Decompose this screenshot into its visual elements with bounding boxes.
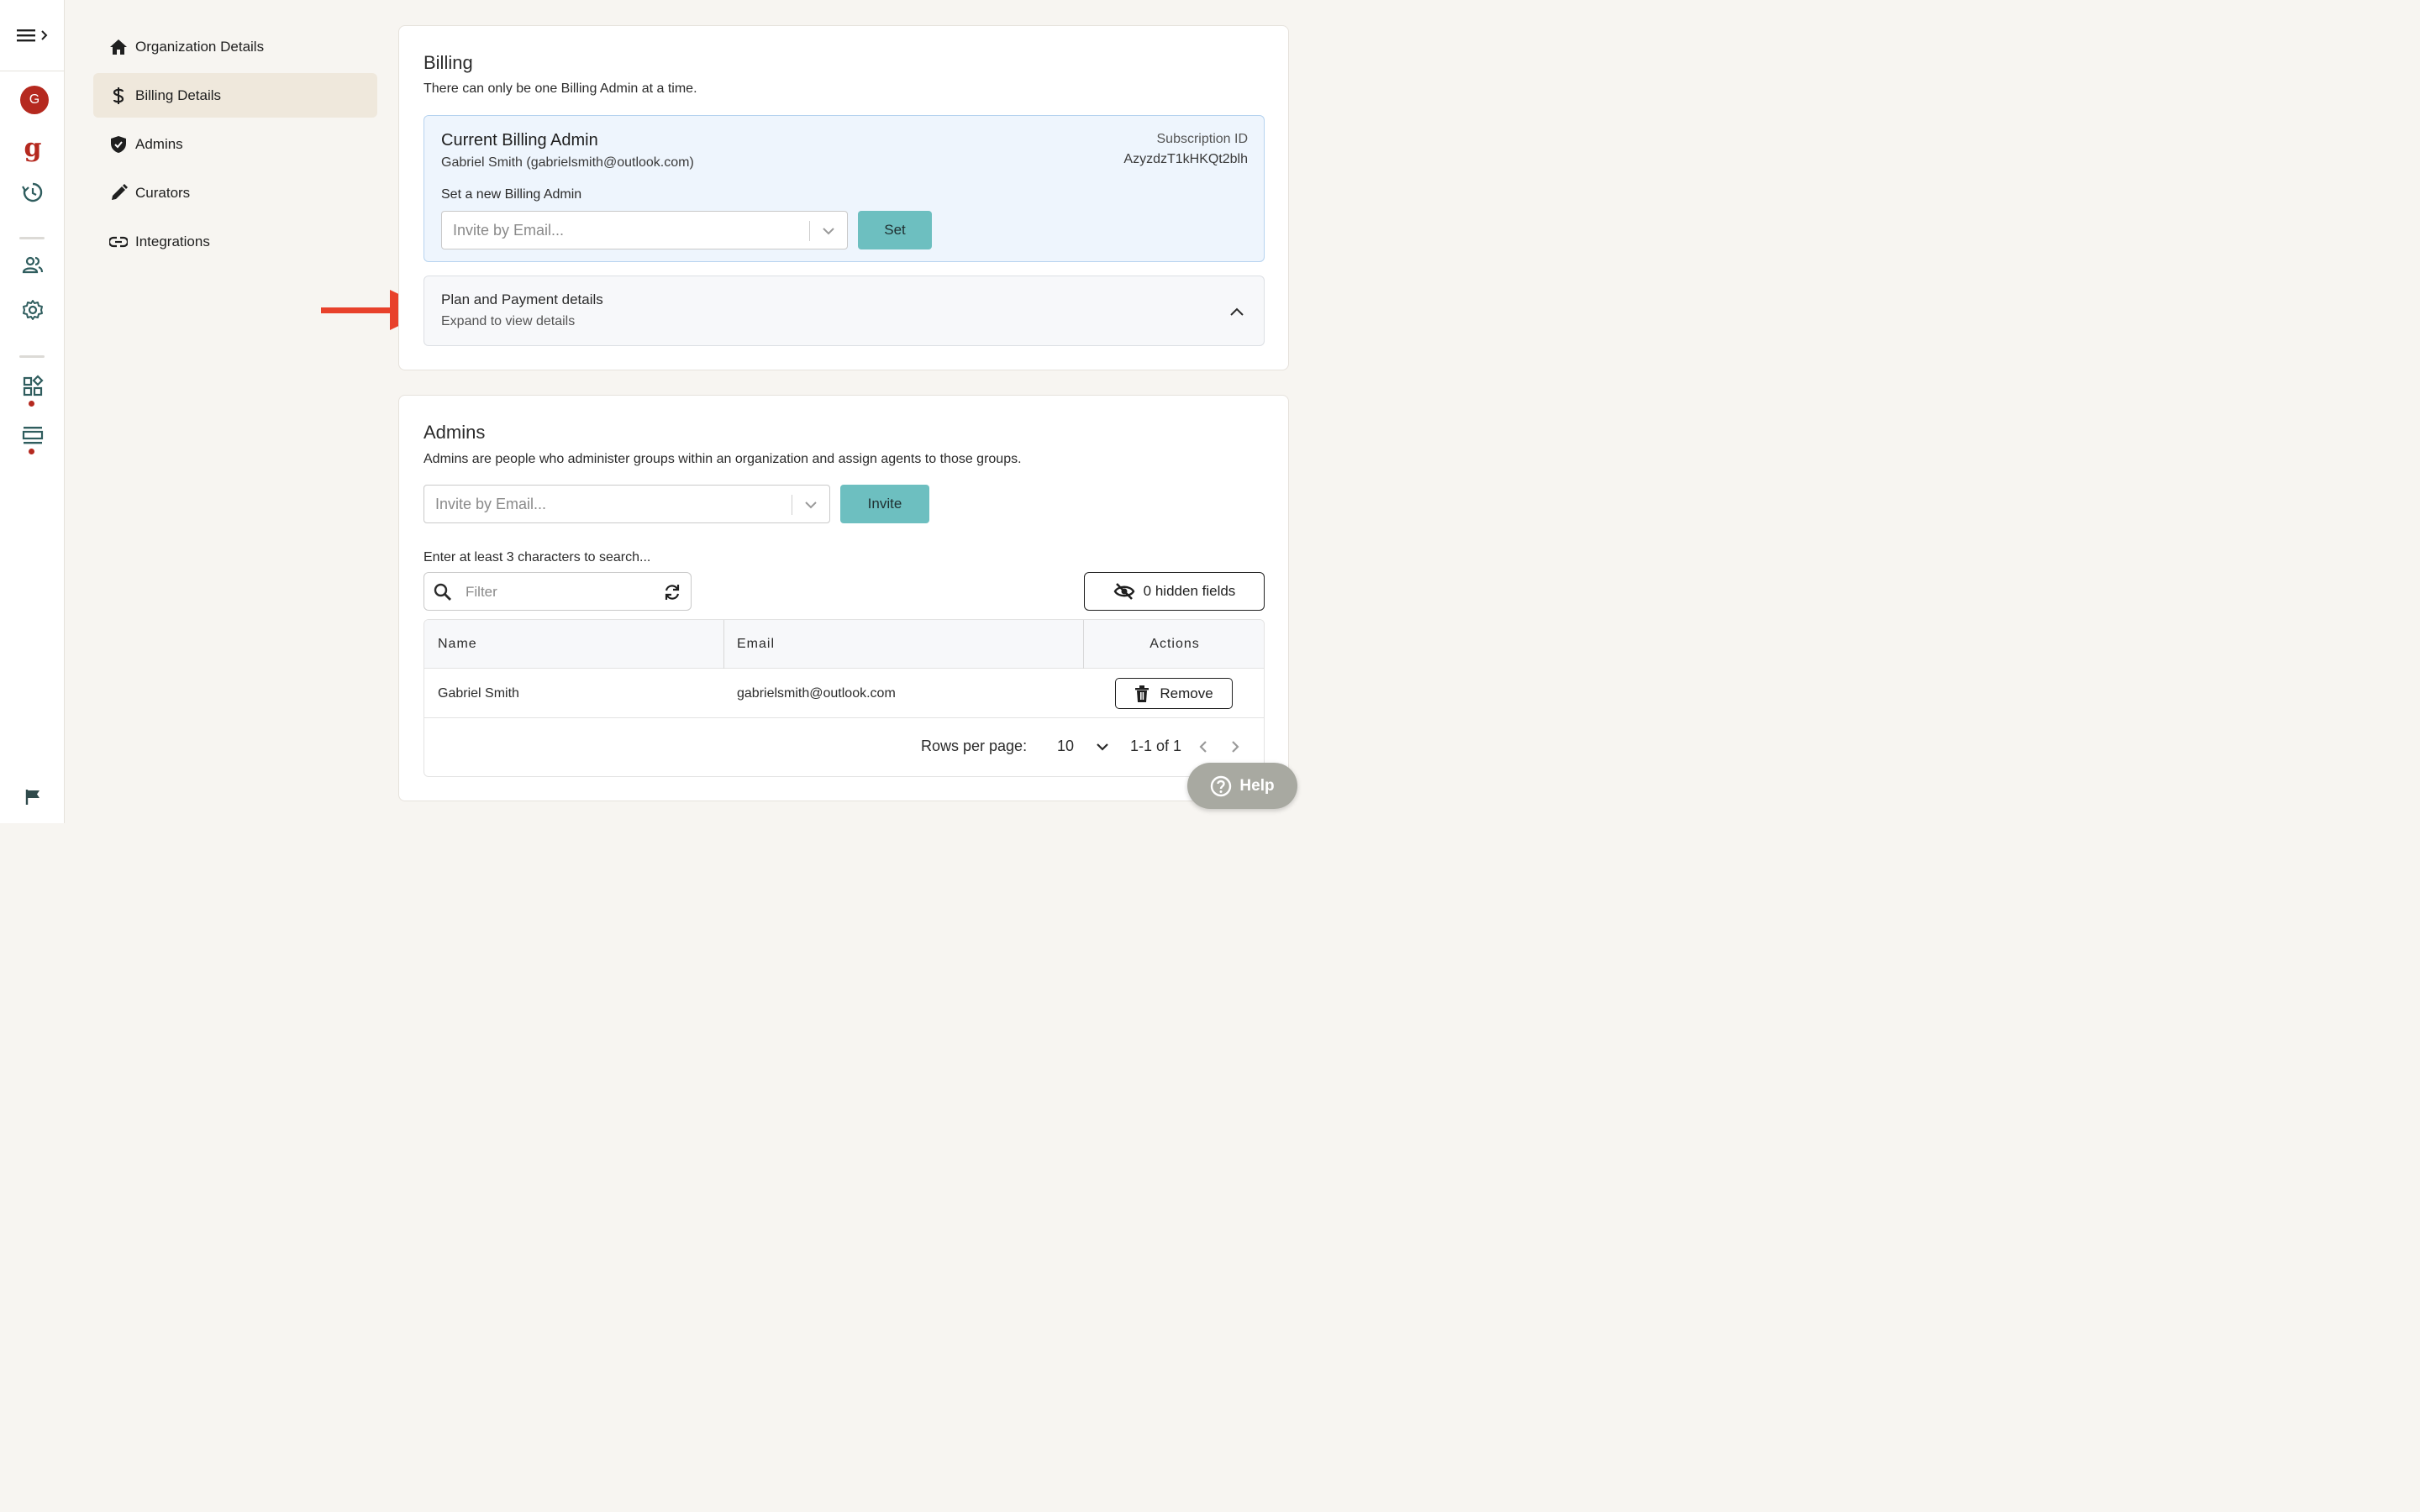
nav-item-integrations[interactable]: Integrations	[93, 219, 377, 264]
admins-subtitle: Admins are people who administer groups …	[424, 452, 1022, 466]
rail-divider	[19, 355, 45, 358]
chevron-down-icon[interactable]	[1093, 738, 1112, 756]
billing-subtitle: There can only be one Billing Admin at a…	[424, 81, 697, 96]
help-circle-icon	[1211, 775, 1232, 796]
nav-item-organization-details[interactable]: Organization Details	[93, 24, 377, 69]
rail-widgets-button[interactable]	[20, 374, 45, 399]
hidden-fields-button[interactable]: 0 hidden fields	[1084, 572, 1265, 611]
nav-item-label: Curators	[135, 184, 191, 201]
billing-title: Billing	[424, 52, 473, 73]
flag-icon	[25, 790, 39, 805]
plan-payment-title: Plan and Payment details	[441, 291, 603, 307]
cell-email: gabrielsmith@outlook.com	[737, 685, 896, 701]
gear-icon	[23, 300, 43, 320]
rail-list-button[interactable]	[20, 423, 45, 448]
current-billing-admin-title: Current Billing Admin	[441, 131, 598, 150]
people-icon	[22, 256, 44, 274]
refresh-icon[interactable]	[662, 582, 682, 602]
pencil-icon	[108, 183, 129, 202]
billing-card: Billing There can only be one Billing Ad…	[398, 25, 1289, 370]
filter-placeholder: Filter	[466, 584, 497, 600]
g-logo-icon: g	[24, 134, 42, 163]
nav-item-label: Integrations	[135, 233, 210, 249]
nav-item-admins[interactable]: Admins	[93, 122, 377, 166]
rail-divider	[19, 237, 45, 239]
cell-name: Gabriel Smith	[438, 685, 519, 701]
invite-admin-button[interactable]: Invite	[840, 485, 929, 523]
history-icon	[22, 182, 43, 202]
table-header: Name Email Actions	[424, 620, 1264, 669]
help-label: Help	[1239, 776, 1275, 795]
menu-icon	[17, 29, 48, 42]
set-billing-admin-button[interactable]: Set	[858, 211, 932, 249]
table-row: Gabriel Smith gabrielsmith@outlook.com R…	[424, 669, 1264, 718]
column-divider[interactable]	[723, 620, 724, 669]
menu-toggle-button[interactable]	[17, 25, 50, 45]
rail-header	[0, 0, 65, 71]
admins-card: Admins Admins are people who administer …	[398, 395, 1289, 801]
chevron-up-icon[interactable]	[1227, 302, 1247, 322]
nav-item-label: Admins	[135, 135, 183, 152]
notification-dot	[29, 449, 34, 454]
search-hint: Enter at least 3 characters to search...	[424, 550, 651, 564]
select-divider	[809, 221, 810, 241]
avatar-initial: G	[29, 92, 40, 107]
chevron-down-icon[interactable]	[820, 223, 837, 239]
link-icon	[108, 233, 129, 251]
nav-item-curators[interactable]: Curators	[93, 171, 377, 215]
plan-payment-subtitle: Expand to view details	[441, 314, 576, 328]
rows-per-page-label: Rows per page:	[921, 738, 1028, 754]
admins-table: Name Email Actions Gabriel Smith gabriel…	[424, 619, 1265, 777]
page: G g Organization Details Billing Details…	[0, 0, 1318, 823]
hidden-fields-label: 0 hidden fields	[1143, 583, 1236, 599]
current-billing-admin-user: Gabriel Smith (gabrielsmith@outlook.com)	[441, 155, 694, 170]
nav-item-label: Billing Details	[135, 87, 222, 103]
chevron-right-icon[interactable]	[1226, 738, 1244, 756]
chevron-left-icon[interactable]	[1194, 738, 1213, 756]
shield-check-icon	[108, 135, 129, 154]
filter-input[interactable]: Filter	[424, 572, 692, 611]
help-button[interactable]: Help	[1187, 763, 1297, 809]
subscription-id-label: Subscription ID	[1156, 132, 1249, 146]
admin-invite-email-select[interactable]: Invite by Email...	[424, 485, 830, 523]
list-view-icon	[22, 427, 44, 444]
home-icon	[108, 38, 129, 56]
table-pagination: Rows per page: 10 1-1 of 1	[424, 719, 1264, 776]
rail-history-button[interactable]	[20, 180, 45, 205]
rows-per-page-select[interactable]: 10	[1057, 738, 1074, 755]
current-billing-admin-panel: Current Billing Admin Gabriel Smith (gab…	[424, 115, 1265, 262]
subscription-id-value: AzyzdzT1kHKQt2blh	[1123, 152, 1248, 166]
nav-item-billing-details[interactable]: Billing Details	[93, 73, 377, 118]
rail-people-button[interactable]	[20, 253, 45, 278]
admin-invite-email-placeholder: Invite by Email...	[435, 495, 547, 512]
pagination-range: 1-1 of 1	[1130, 738, 1182, 754]
billing-admin-email-select[interactable]: Invite by Email...	[441, 211, 848, 249]
set-new-billing-admin-label: Set a new Billing Admin	[441, 187, 582, 202]
remove-admin-button[interactable]: Remove	[1115, 678, 1233, 709]
search-icon	[434, 583, 451, 601]
nav-item-label: Organization Details	[135, 38, 265, 55]
rail-flag-button[interactable]	[20, 785, 45, 810]
column-header-actions: Actions	[1150, 637, 1200, 651]
rail-logo-button[interactable]: g	[20, 136, 45, 161]
left-rail: G g	[0, 0, 65, 823]
chevron-down-icon[interactable]	[802, 496, 819, 513]
trash-icon	[1134, 685, 1150, 702]
billing-admin-email-placeholder: Invite by Email...	[453, 221, 565, 239]
column-header-name[interactable]: Name	[438, 620, 477, 669]
settings-nav: Organization Details Billing Details Adm…	[93, 24, 377, 268]
column-header-email[interactable]: Email	[737, 620, 775, 669]
rail-settings-button[interactable]	[20, 297, 45, 323]
eye-off-icon	[1113, 582, 1135, 601]
remove-label: Remove	[1160, 685, 1213, 701]
widgets-icon	[23, 375, 44, 396]
dollar-icon	[108, 87, 129, 105]
avatar[interactable]: G	[20, 86, 49, 114]
notification-dot	[29, 401, 34, 407]
admins-title: Admins	[424, 422, 486, 443]
plan-payment-details-accordion[interactable]: Plan and Payment details Expand to view …	[424, 276, 1265, 346]
